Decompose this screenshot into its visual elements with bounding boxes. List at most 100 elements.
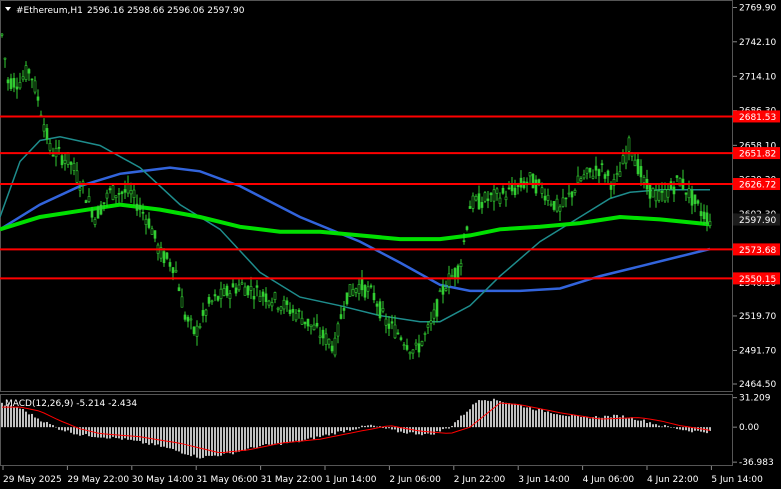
- dropdown-triangle-icon[interactable]: [5, 7, 11, 11]
- macd-bar: [145, 427, 147, 444]
- macd-bar: [385, 427, 387, 429]
- moving-averages: [0, 136, 711, 323]
- macd-bar: [616, 414, 618, 428]
- macd-bar: [373, 425, 375, 428]
- candle-body: [621, 155, 625, 165]
- candle-body: [339, 314, 343, 319]
- candle-body: [204, 309, 208, 316]
- macd-bar: [247, 427, 249, 449]
- current-price-tag: 2597.90: [739, 216, 776, 226]
- candle-body: [33, 80, 37, 93]
- ohlc-readout: 2596.16 2598.66 2596.06 2597.90: [87, 6, 245, 16]
- candle-body: [570, 191, 574, 198]
- candle-body: [573, 189, 577, 193]
- macd-bar: [73, 427, 75, 435]
- candle-body: [48, 143, 52, 151]
- macd-bar: [178, 427, 180, 452]
- macd-bar: [196, 427, 198, 458]
- macd-bar: [331, 427, 333, 434]
- macd-bar: [457, 420, 459, 428]
- candle-body: [687, 188, 691, 199]
- candle-body: [171, 267, 175, 274]
- macd-bar: [16, 407, 18, 428]
- symbol-label: #Ethereum,H1: [16, 6, 83, 16]
- macd-bar: [148, 427, 150, 445]
- macd-bar: [562, 415, 564, 428]
- candle-body: [606, 170, 610, 176]
- candle-body: [297, 309, 301, 312]
- candle-body: [9, 78, 13, 89]
- candle-body: [120, 191, 124, 194]
- candle-body: [276, 307, 280, 310]
- candle-body: [177, 287, 181, 292]
- time-axis: 29 May 2025 29 May 22:00 30 May 14:00 31 Ma…: [2, 466, 763, 485]
- macd-bar: [637, 420, 639, 428]
- candle-body: [702, 211, 706, 220]
- candle-body: [555, 198, 559, 212]
- candle-body: [393, 324, 397, 339]
- macd-bar: [550, 413, 552, 428]
- macd-bar: [235, 427, 237, 453]
- macd-bar: [259, 427, 261, 447]
- macd-bar: [448, 427, 450, 429]
- support-resistance-lines[interactable]: [0, 115, 733, 280]
- macd-bar: [250, 427, 252, 448]
- candle-body: [78, 187, 82, 191]
- macd-bar: [370, 424, 372, 428]
- candle-body: [63, 159, 67, 164]
- macd-bar: [208, 427, 210, 456]
- macd-bar: [646, 422, 648, 428]
- candle-body: [195, 325, 199, 337]
- macd-bar: [238, 427, 240, 452]
- candle-body: [513, 187, 517, 195]
- candle-body: [531, 173, 535, 189]
- candle-body: [357, 284, 361, 294]
- macd-bar: [136, 427, 138, 441]
- candle-body: [498, 197, 502, 204]
- candle-body: [96, 206, 100, 219]
- macd-bar: [481, 400, 483, 428]
- macd-bar: [124, 427, 126, 439]
- chart-header: #Ethereum,H1 2596.16 2598.66 2596.06 259…: [5, 6, 245, 16]
- macd-bar: [166, 427, 168, 448]
- macd-tick-label: 0.00: [739, 423, 759, 433]
- macd-bar: [568, 416, 570, 428]
- candle-body: [492, 189, 496, 202]
- macd-bar: [520, 405, 522, 428]
- macd-bar: [118, 427, 120, 439]
- macd-bar: [556, 414, 558, 428]
- macd-bar: [493, 398, 495, 428]
- macd-bar: [583, 416, 585, 428]
- macd-bar: [364, 425, 366, 428]
- macd-bar: [436, 427, 438, 432]
- chart-canvas[interactable]: 2769.902742.102714.102686.302658.102630.…: [0, 0, 781, 489]
- candle-body: [162, 251, 166, 264]
- candle-body: [300, 317, 304, 325]
- macd-bar: [319, 427, 321, 438]
- macd-bar: [223, 427, 225, 454]
- macd-bar: [667, 426, 669, 428]
- macd-bar: [130, 427, 132, 440]
- macd-bar: [451, 425, 453, 428]
- time-tick-label: 31 May 22:00: [261, 475, 323, 485]
- macd-bar: [346, 427, 348, 430]
- candle-body: [135, 203, 139, 211]
- candle-body: [666, 189, 670, 198]
- candle-body: [246, 285, 250, 296]
- macd-bar: [70, 427, 72, 433]
- candle-body: [15, 86, 19, 90]
- candle-body: [90, 209, 94, 218]
- candle-body: [60, 155, 64, 166]
- candle-body: [468, 206, 472, 209]
- candle-body: [411, 349, 415, 354]
- macd-bar: [625, 417, 627, 428]
- macd-bar: [571, 414, 573, 428]
- macd-bar: [511, 404, 513, 428]
- macd-bar: [199, 427, 201, 459]
- macd-bar: [283, 427, 285, 443]
- candle-body: [207, 297, 211, 304]
- candle-body: [582, 174, 586, 179]
- candle-body: [618, 171, 622, 177]
- candles: [0, 32, 712, 360]
- candle-body: [588, 167, 592, 173]
